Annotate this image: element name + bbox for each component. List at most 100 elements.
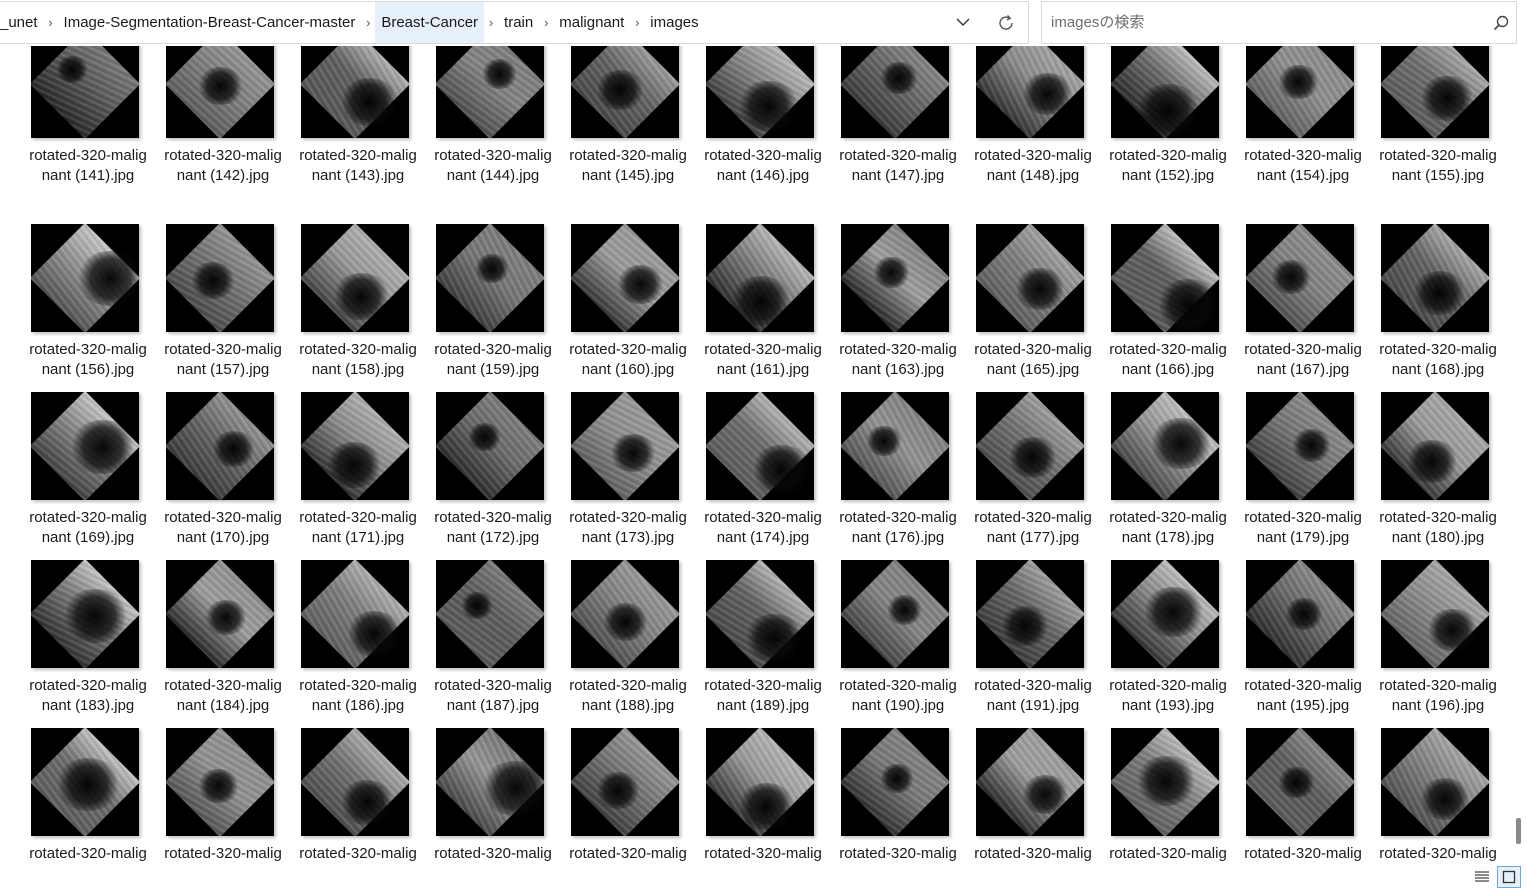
file-item[interactable]: rotated-320-malignant (161).jpg <box>704 224 839 392</box>
breadcrumb-item-train[interactable]: train › <box>498 2 553 43</box>
lesion-region <box>595 772 641 809</box>
file-item[interactable]: rotated-320-malignant (171).jpg <box>299 392 434 560</box>
file-item[interactable]: rotated-320-malignant (187).jpg <box>434 560 569 728</box>
file-item[interactable]: rotated-320-malignant (163).jpg <box>839 224 974 392</box>
chevron-right-icon[interactable]: › <box>539 15 553 30</box>
image-thumbnail <box>841 560 949 668</box>
breadcrumb: _unet › Image-Segmentation-Breast-Cancer… <box>0 2 705 43</box>
address-bar[interactable]: _unet › Image-Segmentation-Breast-Cancer… <box>0 1 1029 44</box>
chevron-right-icon[interactable]: › <box>484 15 498 30</box>
file-item[interactable]: rotated-320-malignant (210).jpg <box>1379 728 1512 862</box>
file-item[interactable]: rotated-320-malignant (144).jpg <box>434 46 569 224</box>
file-name: rotated-320-malignant (160).jpg <box>569 341 687 378</box>
search-box[interactable] <box>1041 1 1517 44</box>
file-name: rotated-320-malignant (180).jpg <box>1379 509 1497 546</box>
file-item[interactable]: rotated-320-malignant (174).jpg <box>704 392 839 560</box>
file-name: rotated-320-malignant (190).jpg <box>839 677 957 714</box>
lesion-region <box>751 445 812 494</box>
file-item[interactable]: rotated-320-malignant (156).jpg <box>29 224 164 392</box>
file-item[interactable]: rotated-320-malignant (155).jpg <box>1379 46 1512 224</box>
chevron-right-icon[interactable]: › <box>361 15 375 30</box>
file-item[interactable]: rotated-320-malignant (189).jpg <box>704 560 839 728</box>
vertical-scrollbar[interactable] <box>1513 46 1527 862</box>
details-view-icon <box>1475 871 1489 882</box>
breadcrumb-item-breast-cancer[interactable]: Breast-Cancer › <box>375 2 498 43</box>
file-item[interactable]: rotated-320-malignant (159).jpg <box>434 224 569 392</box>
details-view-button[interactable] <box>1470 866 1494 888</box>
file-item[interactable]: rotated-320-malignant (207).jpg <box>974 728 1109 862</box>
file-item[interactable]: rotated-320-malignant (158).jpg <box>299 224 434 392</box>
file-item[interactable]: rotated-320-malignant (197).jpg <box>29 728 164 862</box>
file-name: rotated-320-malignant (187).jpg <box>434 677 552 714</box>
file-item[interactable]: rotated-320-malignant (202).jpg <box>299 728 434 862</box>
breadcrumb-item-unet[interactable]: _unet › <box>0 2 58 43</box>
file-item[interactable]: rotated-320-malignant (170).jpg <box>164 392 299 560</box>
file-item[interactable]: rotated-320-malignant (209).jpg <box>1244 728 1379 862</box>
file-item[interactable]: rotated-320-malignant (154).jpg <box>1244 46 1379 224</box>
file-item[interactable]: rotated-320-malignant (199).jpg <box>164 728 299 862</box>
file-item[interactable]: rotated-320-malignant (143).jpg <box>299 46 434 224</box>
chevron-right-icon[interactable]: › <box>630 15 644 30</box>
file-item[interactable]: rotated-320-malignant (172).jpg <box>434 392 569 560</box>
chevron-right-icon[interactable]: › <box>44 15 58 30</box>
file-view[interactable]: rotated-320-malignant (141).jpg rotated-3… <box>0 46 1512 862</box>
file-item[interactable]: rotated-320-malignant (176).jpg <box>839 392 974 560</box>
breadcrumb-item-project[interactable]: Image-Segmentation-Breast-Cancer-master … <box>58 2 376 43</box>
file-name: rotated-320-malignant (146).jpg <box>704 147 822 184</box>
search-button[interactable] <box>1488 2 1514 43</box>
file-item[interactable]: rotated-320-malignant (183).jpg <box>29 560 164 728</box>
image-thumbnail <box>436 392 544 500</box>
file-item[interactable]: rotated-320-malignant (204).jpg <box>569 728 704 862</box>
file-item[interactable]: rotated-320-malignant (142).jpg <box>164 46 299 224</box>
lesion-region <box>474 254 510 283</box>
file-item[interactable]: rotated-320-malignant (184).jpg <box>164 560 299 728</box>
file-item[interactable]: rotated-320-malignant (208).jpg <box>1109 728 1244 862</box>
file-item[interactable]: rotated-320-malignant (147).jpg <box>839 46 974 224</box>
breadcrumb-item-malignant[interactable]: malignant › <box>553 2 644 43</box>
file-item[interactable]: rotated-320-malignant (148).jpg <box>974 46 1109 224</box>
address-history-button[interactable] <box>948 2 978 43</box>
lesion-region <box>346 611 403 657</box>
scrollbar-thumb[interactable] <box>1516 818 1521 844</box>
lesion-region <box>737 783 796 830</box>
file-name: rotated-320-malignant (145).jpg <box>569 147 687 184</box>
file-item[interactable]: rotated-320-malignant (195).jpg <box>1244 560 1379 728</box>
file-item[interactable]: rotated-320-malignant (177).jpg <box>974 392 1109 560</box>
lesion-region <box>616 265 665 304</box>
file-item[interactable]: rotated-320-malignant (203).jpg <box>434 728 569 862</box>
file-item[interactable]: rotated-320-malignant (169).jpg <box>29 392 164 560</box>
breadcrumb-item-images[interactable]: images <box>644 2 704 43</box>
file-item[interactable]: rotated-320-malignant (146).jpg <box>704 46 839 224</box>
lesion-region <box>879 764 915 793</box>
file-item[interactable]: rotated-320-malignant (165).jpg <box>974 224 1109 392</box>
file-item[interactable]: rotated-320-malignant (157).jpg <box>164 224 299 392</box>
file-item[interactable]: rotated-320-malignant (145).jpg <box>569 46 704 224</box>
file-item[interactable]: rotated-320-malignant (167).jpg <box>1244 224 1379 392</box>
file-item[interactable]: rotated-320-malignant (186).jpg <box>299 560 434 728</box>
file-item[interactable]: rotated-320-malignant (180).jpg <box>1379 392 1512 560</box>
file-item[interactable]: rotated-320-malignant (152).jpg <box>1109 46 1244 224</box>
lesion-region <box>197 67 244 105</box>
search-input[interactable] <box>1051 2 1471 43</box>
file-item[interactable]: rotated-320-malignant (166).jpg <box>1109 224 1244 392</box>
image-thumbnail <box>706 560 814 668</box>
file-item[interactable]: rotated-320-malignant (173).jpg <box>569 392 704 560</box>
file-item[interactable]: rotated-320-malignant (160).jpg <box>569 224 704 392</box>
image-thumbnail <box>31 46 139 138</box>
file-item[interactable]: rotated-320-malignant (196).jpg <box>1379 560 1512 728</box>
file-item[interactable]: rotated-320-malignant (190).jpg <box>839 560 974 728</box>
file-item[interactable]: rotated-320-malignant (191).jpg <box>974 560 1109 728</box>
file-item[interactable]: rotated-320-malignant (178).jpg <box>1109 392 1244 560</box>
lesion-region <box>339 78 399 126</box>
file-name: rotated-320-malignant (158).jpg <box>299 341 417 378</box>
lesion-region <box>730 276 792 326</box>
large-icons-view-button[interactable] <box>1497 866 1521 888</box>
file-item[interactable]: rotated-320-malignant (205).jpg <box>704 728 839 862</box>
file-item[interactable]: rotated-320-malignant (168).jpg <box>1379 224 1512 392</box>
file-item[interactable]: rotated-320-malignant (206).jpg <box>839 728 974 862</box>
file-item[interactable]: rotated-320-malignant (188).jpg <box>569 560 704 728</box>
refresh-button[interactable] <box>990 2 1022 43</box>
file-item[interactable]: rotated-320-malignant (193).jpg <box>1109 560 1244 728</box>
file-item[interactable]: rotated-320-malignant (179).jpg <box>1244 392 1379 560</box>
file-item[interactable]: rotated-320-malignant (141).jpg <box>29 46 164 224</box>
